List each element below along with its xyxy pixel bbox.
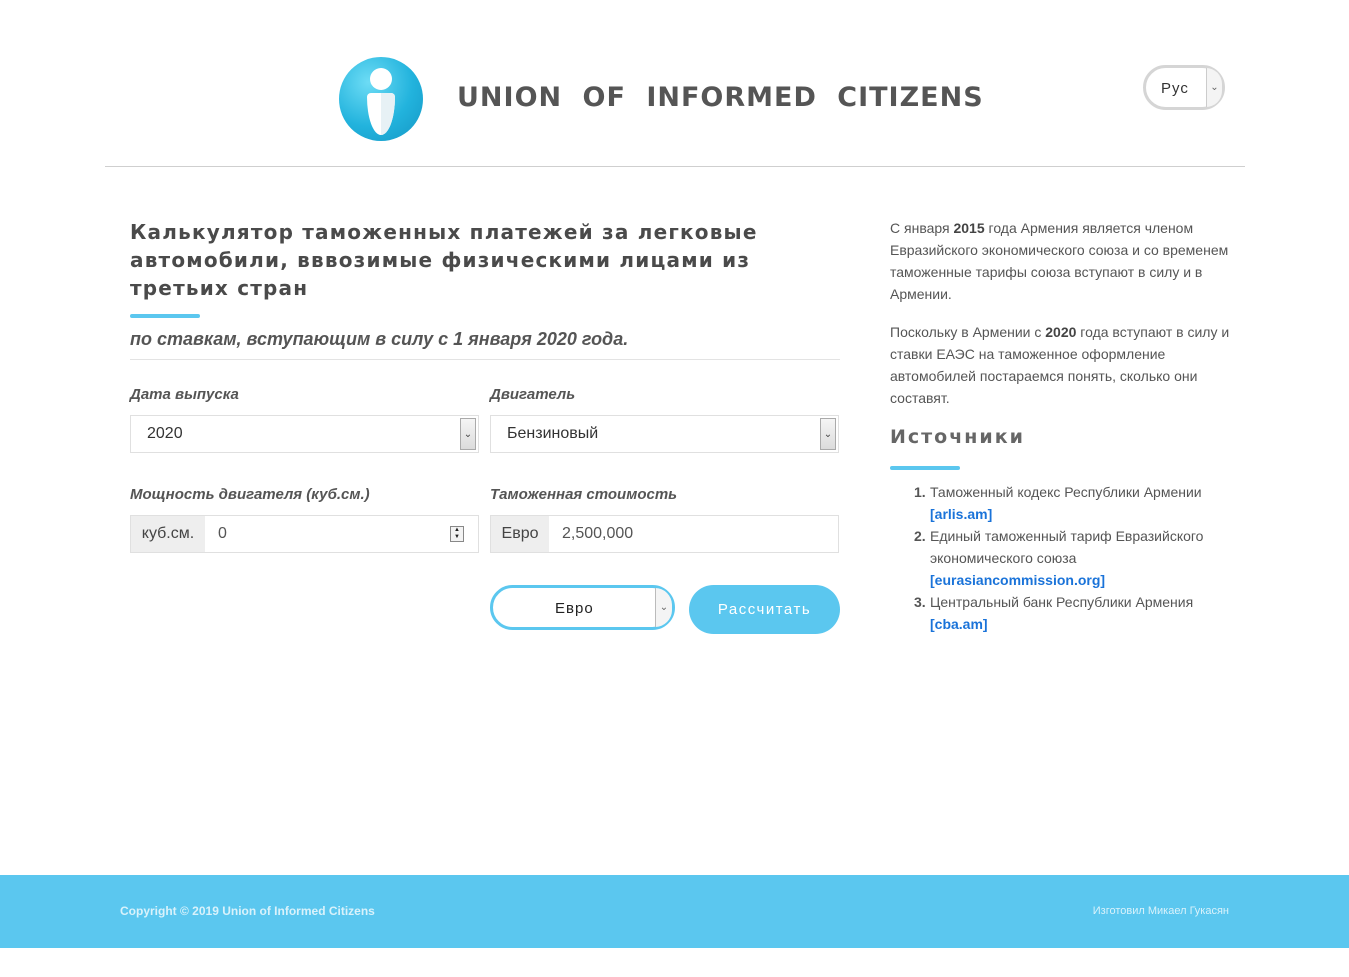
currency-select-value: Евро [555, 600, 594, 617]
intro-text: С января [890, 220, 954, 236]
engine-value: Бензиновый [507, 425, 599, 442]
engine-label: Двигатель [490, 386, 576, 403]
number-stepper-icon[interactable]: ▲ ▼ [450, 526, 464, 542]
source-text: Единый таможенный тариф Евразийского эко… [930, 528, 1204, 566]
list-number: 2. [914, 528, 926, 544]
engine-select[interactable]: Бензиновый ⌄ [490, 415, 839, 453]
page-title: Калькулятор таможенных платежей за легко… [130, 220, 758, 300]
list-item: 3. Центральный банк Республики Армения [… [890, 591, 1230, 635]
list-item: 2. Единый таможенный тариф Евразийского … [890, 525, 1230, 591]
customs-value-input[interactable]: 2,500,000 [562, 525, 633, 543]
list-number: 3. [914, 594, 926, 610]
intro-paragraph-2: Поскольку в Армении с 2020 года вступают… [890, 321, 1230, 409]
engine-power-unit: куб.см. [131, 516, 205, 552]
site-footer: Copyright © 2019 Union of Informed Citiz… [0, 875, 1349, 948]
page-subtitle: по ставкам, вступающим в силу с 1 января… [130, 329, 629, 349]
engine-power-label: Мощность двигателя (куб.см.) [130, 486, 370, 503]
chevron-down-icon: ⌄ [655, 588, 672, 627]
source-link-eurasiancommission[interactable]: [eurasiancommission.org] [930, 569, 1230, 591]
source-link-cba[interactable]: [cba.am] [930, 613, 1230, 635]
release-date-label: Дата выпуска [130, 386, 239, 403]
source-text: Таможенный кодекс Республики Армении [930, 484, 1202, 500]
intro-year: 2020 [1045, 324, 1077, 340]
source-link-arlis[interactable]: [arlis.am] [930, 503, 1230, 525]
intro-year: 2015 [953, 220, 985, 236]
release-date-select[interactable]: 2020 ⌄ [130, 415, 479, 453]
list-number: 1. [914, 484, 926, 500]
logo-body-shade [381, 93, 395, 135]
intro-text: Поскольку в Армении с [890, 324, 1046, 340]
currency-select[interactable]: Евро ⌄ [490, 585, 675, 630]
subtitle-divider [130, 359, 840, 360]
language-select-value: Рус [1161, 80, 1189, 97]
chevron-down-icon: ⌄ [460, 418, 476, 450]
engine-power-input[interactable]: 0 [218, 525, 227, 543]
copyright-text: Copyright © 2019 Union of Informed Citiz… [120, 904, 375, 918]
chevron-down-icon: ⌄ [1206, 68, 1222, 107]
site-title[interactable]: UNION OF INFORMED CITIZENS [457, 82, 984, 113]
sources-list: 1. Таможенный кодекс Республики Армении … [890, 481, 1230, 635]
customs-value-label: Таможенная стоимость [490, 486, 678, 503]
sources-accent-bar [890, 466, 960, 470]
chevron-down-icon: ⌄ [820, 418, 836, 450]
site-header: UNION OF INFORMED CITIZENS Рус ⌄ [0, 0, 1349, 168]
sources-heading: Источники [890, 426, 1025, 448]
calculate-button[interactable]: Рассчитать [689, 585, 840, 634]
header-divider [105, 166, 1245, 167]
engine-power-group: куб.см. 0 ▲ ▼ [130, 515, 479, 553]
logo-head [370, 68, 392, 90]
info-person-icon[interactable] [339, 57, 423, 141]
language-select[interactable]: Рус ⌄ [1143, 65, 1225, 110]
list-item: 1. Таможенный кодекс Республики Армении … [890, 481, 1230, 525]
release-date-value: 2020 [147, 425, 183, 442]
source-text: Центральный банк Республики Армения [930, 594, 1194, 610]
customs-value-currency: Евро [491, 516, 549, 552]
intro-paragraph-1: С января 2015 года Армения является член… [890, 217, 1230, 305]
customs-value-group: Евро 2,500,000 [490, 515, 839, 553]
made-by-text: Изготовил Микаел Гукасян [1092, 905, 1229, 917]
title-accent-bar [130, 314, 200, 318]
